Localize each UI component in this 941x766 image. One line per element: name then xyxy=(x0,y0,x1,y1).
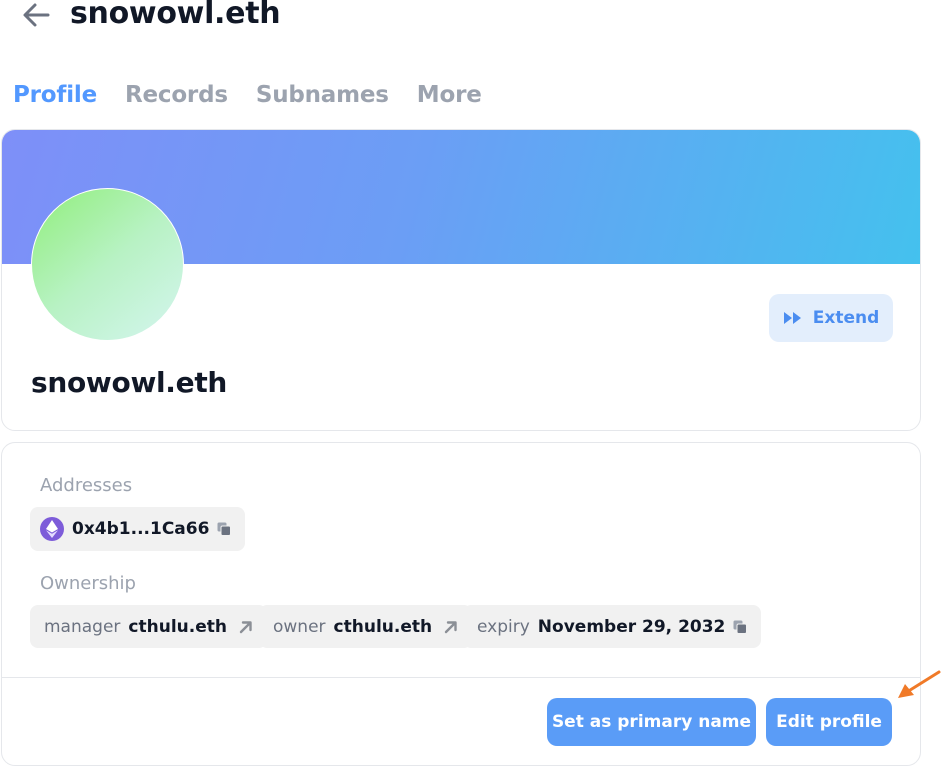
addresses-label: Addresses xyxy=(40,475,133,496)
tab-subnames[interactable]: Subnames xyxy=(256,82,389,108)
annotation-arrow-icon xyxy=(898,670,941,698)
profile-name: snowowl.eth xyxy=(31,366,228,399)
owner-value: cthulu.eth xyxy=(333,616,433,637)
fast-forward-icon xyxy=(783,312,801,324)
owner-key: owner xyxy=(273,616,326,637)
external-link-icon xyxy=(444,620,457,633)
info-card: Addresses 0x4b1...1Ca66 Ownership manage… xyxy=(1,442,921,766)
tab-profile[interactable]: Profile xyxy=(13,82,97,108)
tab-bar: Profile Records Subnames More xyxy=(13,78,482,112)
address-value: 0x4b1...1Ca66 xyxy=(72,519,210,539)
copy-icon xyxy=(217,522,232,536)
page-header: snowowl.eth xyxy=(0,0,941,40)
edit-profile-button[interactable]: Edit profile xyxy=(766,698,892,746)
external-link-icon xyxy=(239,620,252,633)
ownership-label: Ownership xyxy=(40,573,136,594)
profile-card: Extend snowowl.eth xyxy=(1,129,921,431)
card-divider xyxy=(2,677,920,678)
back-button[interactable] xyxy=(18,0,54,30)
ownership-expiry-pill[interactable]: expiry November 29, 2032 xyxy=(463,605,762,648)
ownership-owner-pill[interactable]: owner cthulu.eth xyxy=(259,605,473,648)
avatar xyxy=(31,188,184,341)
manager-key: manager xyxy=(44,616,121,637)
page-title: snowowl.eth xyxy=(70,0,281,31)
ethereum-icon xyxy=(40,517,64,541)
expiry-key: expiry xyxy=(477,616,530,637)
extend-button[interactable]: Extend xyxy=(769,294,893,342)
manager-value: cthulu.eth xyxy=(128,616,227,637)
extend-button-label: Extend xyxy=(812,308,880,328)
arrow-left-icon xyxy=(23,3,50,27)
copy-icon xyxy=(733,620,748,634)
expiry-value: November 29, 2032 xyxy=(537,616,726,637)
ownership-manager-pill[interactable]: manager cthulu.eth xyxy=(30,605,267,648)
address-pill[interactable]: 0x4b1...1Ca66 xyxy=(30,507,246,551)
set-primary-name-button[interactable]: Set as primary name xyxy=(547,698,756,746)
tab-more[interactable]: More xyxy=(417,82,482,108)
tab-records[interactable]: Records xyxy=(125,82,228,108)
